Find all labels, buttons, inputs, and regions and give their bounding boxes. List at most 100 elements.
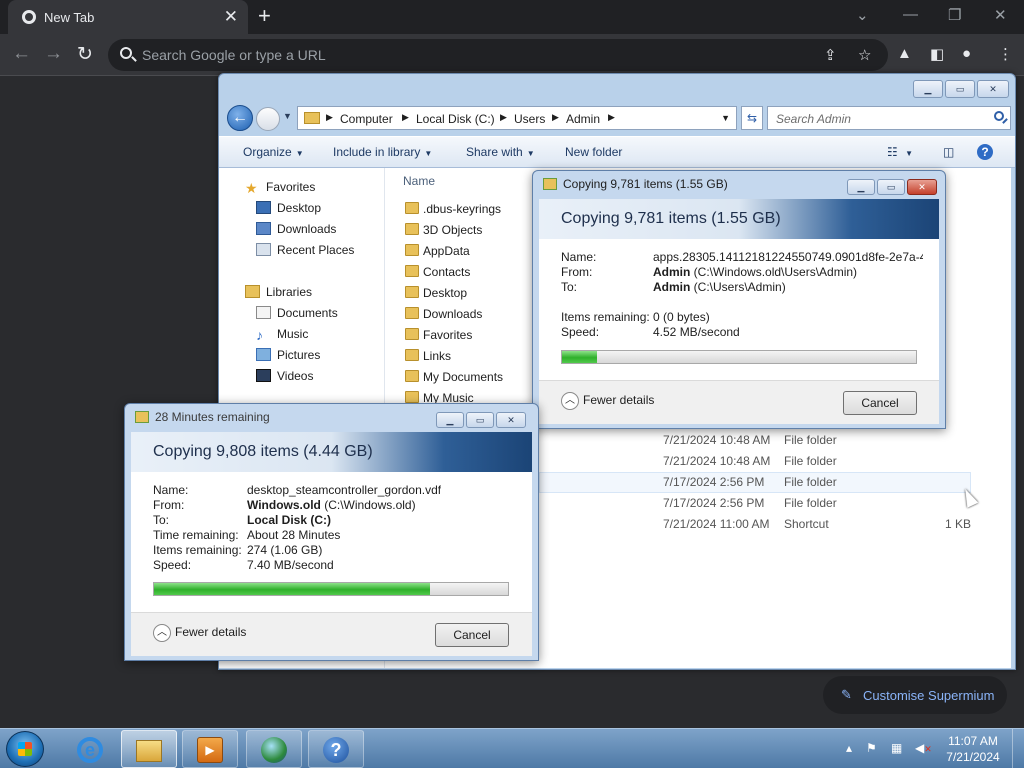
nav-videos[interactable]: Videos [256, 369, 313, 389]
forward-arrow-icon[interactable]: → [44, 43, 63, 65]
speed-value: 4.52 MB/second [653, 325, 740, 339]
breadcrumb-separator-icon[interactable]: ▶ [326, 112, 333, 123]
taskbar-internet-explorer[interactable]: e [62, 730, 118, 768]
start-button[interactable] [6, 731, 44, 767]
minimize-button[interactable]: ▁ [913, 80, 943, 98]
history-dropdown-icon[interactable]: ▼ [283, 111, 292, 121]
tab-search-chevron-icon[interactable]: ⌄ [856, 6, 869, 24]
minimize-button[interactable]: ▁ [847, 179, 875, 195]
bookmark-star-icon[interactable]: ☆ [858, 46, 871, 64]
nav-libraries[interactable]: Libraries [245, 285, 312, 305]
explorer-back-button[interactable]: ← [227, 105, 253, 131]
file-item[interactable]: Downloads [405, 307, 482, 327]
preview-pane-icon[interactable]: ◫ [943, 145, 954, 159]
show-desktop-button[interactable] [1012, 729, 1024, 768]
nav-music[interactable]: ♪ Music [256, 327, 308, 347]
dialog-footer: ︿ Fewer details Cancel [539, 380, 939, 424]
nav-documents[interactable]: Documents [256, 306, 338, 326]
copy-progress-bar [561, 350, 917, 364]
side-panel-icon[interactable]: ◧ [930, 45, 944, 63]
address-bar[interactable]: ▶ Computer ▶ Local Disk (C:) ▶ Users ▶ A… [297, 106, 737, 130]
tab-new-tab[interactable]: New Tab ✕ [8, 0, 248, 34]
item-type: File folder [784, 475, 837, 489]
table-row[interactable]: 7/17/2024 2:56 PM File folder [539, 493, 971, 514]
table-row[interactable]: 7/21/2024 11:00 AM Shortcut 1 KB [539, 514, 971, 535]
explorer-search-input[interactable]: Search Admin [767, 106, 1011, 130]
explorer-forward-button[interactable] [256, 107, 280, 131]
command-bar: Organize ▼ Include in library ▼ Share with… [219, 136, 1015, 168]
taskbar-network-app[interactable] [246, 730, 302, 768]
maximize-button[interactable]: ▭ [466, 412, 494, 428]
file-item[interactable]: Desktop [405, 286, 467, 306]
volume-muted-icon[interactable]: ◀✕ [915, 741, 932, 755]
refresh-icon[interactable]: ⇆ [741, 106, 763, 130]
breadcrumb-separator-icon[interactable]: ▶ [608, 112, 615, 123]
breadcrumb-admin[interactable]: Admin [566, 112, 600, 126]
nav-downloads[interactable]: Downloads [256, 222, 336, 242]
table-row[interactable]: 7/21/2024 10:48 AM File folder [539, 430, 971, 451]
show-hidden-icons-icon[interactable]: ▴ [846, 741, 852, 755]
nav-desktop[interactable]: Desktop [256, 201, 321, 221]
fewer-details-button[interactable]: ︿ Fewer details [153, 624, 246, 642]
close-button[interactable]: ✕ [496, 412, 526, 428]
organize-button[interactable]: Organize ▼ [243, 145, 304, 159]
close-tab-icon[interactable]: ✕ [224, 7, 238, 27]
close-browser-button[interactable]: ✕ [994, 6, 1007, 24]
nav-pictures[interactable]: Pictures [256, 348, 320, 368]
breadcrumb-separator-icon[interactable]: ▶ [552, 112, 559, 123]
table-row[interactable]: 7/17/2024 2:56 PM File folder [539, 472, 971, 493]
new-tab-button[interactable]: + [258, 3, 271, 29]
action-center-flag-icon[interactable]: ⚑ [866, 741, 877, 755]
file-item[interactable]: Favorites [405, 328, 472, 348]
breadcrumb-users[interactable]: Users [514, 112, 545, 126]
file-name: .dbus-keyrings [423, 202, 502, 216]
new-folder-button[interactable]: New folder [565, 145, 622, 159]
file-item[interactable]: Links [405, 349, 451, 369]
file-item[interactable]: My Documents [405, 370, 503, 390]
taskbar-help[interactable]: ? [308, 730, 364, 768]
omnibox[interactable]: Search Google or type a URL ⇪ ☆ [108, 39, 888, 71]
nav-recent-places[interactable]: Recent Places [256, 243, 354, 263]
reload-icon[interactable]: ↻ [77, 43, 93, 66]
back-arrow-icon[interactable]: ← [12, 43, 31, 65]
item-type: Shortcut [784, 517, 829, 531]
breadcrumb-local-disk[interactable]: Local Disk (C:) [416, 112, 495, 126]
taskbar-file-explorer[interactable] [121, 730, 177, 768]
date-modified: 7/21/2024 10:48 AM [663, 454, 771, 468]
fewer-details-button[interactable]: ︿ Fewer details [561, 392, 654, 410]
dialog-header-title: Copying 9,781 items (1.55 GB) [561, 210, 781, 227]
address-dropdown-icon[interactable]: ▼ [721, 113, 730, 123]
minimize-browser-button[interactable]: — [903, 6, 918, 23]
close-button[interactable]: ✕ [907, 179, 937, 195]
file-item[interactable]: .dbus-keyrings [405, 202, 501, 222]
cancel-button[interactable]: Cancel [843, 391, 917, 415]
minimize-button[interactable]: ▁ [436, 412, 464, 428]
taskbar-media-player[interactable]: ▶ [182, 730, 238, 768]
profile-avatar-icon[interactable]: ● [962, 45, 971, 62]
file-item[interactable]: Contacts [405, 265, 470, 285]
menu-kebab-icon[interactable]: ⋮ [998, 45, 1013, 63]
file-item[interactable]: AppData [405, 244, 470, 264]
breadcrumb-separator-icon[interactable]: ▶ [500, 112, 507, 123]
table-row[interactable]: 7/21/2024 10:48 AM File folder [539, 451, 971, 472]
share-with-label: Share with [466, 145, 523, 159]
labs-flask-icon[interactable]: ▲ [897, 45, 912, 62]
cancel-button[interactable]: Cancel [435, 623, 509, 647]
maximize-button[interactable]: ▭ [945, 80, 975, 98]
breadcrumb-computer[interactable]: Computer [340, 112, 393, 126]
close-button[interactable]: ✕ [977, 80, 1009, 98]
help-icon[interactable]: ? [977, 144, 993, 160]
restore-browser-button[interactable]: ❐ [948, 6, 961, 24]
customise-button[interactable]: ✎ Customise Supermium [823, 676, 1007, 714]
maximize-button[interactable]: ▭ [877, 179, 905, 195]
include-in-library-button[interactable]: Include in library ▼ [333, 145, 432, 159]
taskbar-clock[interactable]: 11:07 AM 7/21/2024 [938, 733, 1008, 765]
view-options-icon[interactable]: ☷ ▼ [887, 145, 913, 159]
share-with-button[interactable]: Share with ▼ [466, 145, 535, 159]
network-icon[interactable]: ▦ [891, 741, 902, 755]
file-item[interactable]: 3D Objects [405, 223, 482, 243]
nav-favorites[interactable]: ★ Favorites [245, 180, 315, 200]
breadcrumb-separator-icon[interactable]: ▶ [402, 112, 409, 123]
share-icon[interactable]: ⇪ [824, 46, 837, 64]
name-column-header[interactable]: Name [403, 174, 435, 188]
